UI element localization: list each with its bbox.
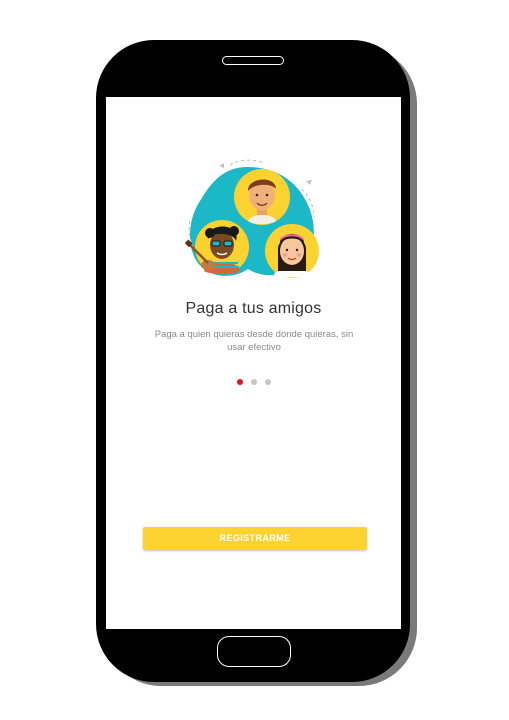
- phone-speaker: [222, 56, 284, 65]
- app-screen: Paga a tus amigos Paga a quien quieras d…: [106, 97, 401, 629]
- page-indicator-dot-1[interactable]: [236, 379, 243, 385]
- register-button[interactable]: REGISTRARME: [143, 527, 367, 550]
- home-button[interactable]: [217, 636, 291, 667]
- phone-frame: Paga a tus amigos Paga a quien quieras d…: [96, 40, 410, 682]
- page-indicator-dot-2[interactable]: [250, 379, 257, 385]
- onboarding-description: Paga a quien quieras desde donde quieras…: [154, 329, 354, 353]
- onboarding-title: Paga a tus amigos: [185, 300, 322, 317]
- page-indicator-dot-3[interactable]: [264, 379, 271, 385]
- page-indicator: [106, 379, 401, 385]
- friends-illustration-icon: [184, 159, 319, 278]
